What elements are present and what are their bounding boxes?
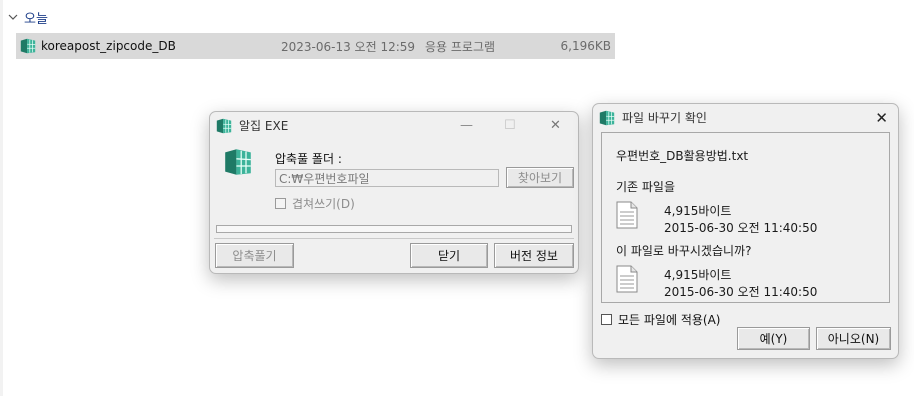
alzip-title-icon [598, 109, 616, 127]
group-label: 오늘 [24, 11, 48, 27]
overwrite-checkbox-row[interactable]: 겹쳐쓰기(D) [275, 195, 355, 212]
text-file-icon [616, 265, 638, 293]
close-button[interactable]: ✕ [550, 118, 561, 133]
alzip-title: 알집 EXE [239, 119, 289, 133]
replace-titlebar[interactable]: 파일 바꾸기 확인 [593, 104, 898, 131]
close-button[interactable]: ✕ [875, 109, 888, 127]
text-file-icon [616, 201, 638, 229]
existing-file-label: 기존 파일을 [616, 180, 676, 194]
close-dialog-button[interactable]: 닫기 [410, 243, 488, 268]
existing-file-date: 2015-06-30 오전 11:40:50 [664, 221, 818, 235]
file-type: 응용 프로그램 [425, 39, 496, 54]
alzip-divider [214, 238, 574, 239]
yes-button[interactable]: 예(Y) [737, 327, 810, 350]
extract-folder-input[interactable] [275, 169, 499, 187]
alzip-exe-window: 알집 EXE — ☐ ✕ 압축풀 폴더 : 찾아보기 겹쳐쓰기(D) 압축풀기 … [209, 111, 579, 274]
alzip-app-icon [19, 37, 37, 55]
alzip-titlebar[interactable]: 알집 EXE [210, 112, 578, 139]
chevron-down-icon[interactable] [8, 12, 18, 22]
apply-all-label: 모든 파일에 적용(A) [618, 313, 721, 327]
minimize-button[interactable]: — [460, 118, 473, 133]
browse-button[interactable]: 찾아보기 [506, 167, 574, 188]
overwrite-checkbox[interactable] [275, 198, 286, 209]
explorer-edge [0, 0, 3, 396]
apply-all-row[interactable]: 모든 파일에 적용(A) [601, 311, 720, 328]
new-file-date: 2015-06-30 오전 11:40:50 [664, 285, 818, 299]
version-info-button[interactable]: 버전 정보 [494, 243, 574, 268]
existing-file-size: 4,915바이트 [664, 204, 732, 218]
file-info-panel: 우편번호_DB활용방법.txt 기존 파일을 4,915바이트 2015-06-… [601, 132, 890, 303]
no-button[interactable]: 아니오(N) [816, 327, 891, 350]
replace-title: 파일 바꾸기 확인 [622, 111, 707, 125]
extract-folder-label: 압축풀 폴더 : [275, 152, 342, 166]
new-file-size: 4,915바이트 [664, 268, 732, 282]
new-file-meta: 4,915바이트 2015-06-30 오전 11:40:50 [664, 267, 817, 301]
target-file-name: 우편번호_DB활용방법.txt [616, 149, 749, 163]
group-header-today[interactable]: 오늘 [8, 8, 48, 27]
extract-button[interactable]: 압축풀기 [215, 243, 294, 268]
alzip-title-icon [215, 117, 233, 135]
extract-progress-bar [216, 225, 572, 233]
file-name: koreapost_zipcode_DB [41, 39, 176, 53]
desktop-root: 오늘 koreapost_zipcode_DB 2023-06-13 오전 12… [0, 0, 914, 396]
alzip-large-icon [222, 146, 254, 178]
file-row[interactable]: koreapost_zipcode_DB 2023-06-13 오전 12:59… [16, 33, 615, 59]
maximize-button[interactable]: ☐ [504, 118, 516, 133]
replace-question: 이 파일로 바꾸시겠습니까? [616, 244, 752, 258]
file-size: 6,196KB [560, 39, 611, 53]
existing-file-meta: 4,915바이트 2015-06-30 오전 11:40:50 [664, 203, 817, 237]
overwrite-label: 겹쳐쓰기(D) [292, 197, 355, 211]
file-date: 2023-06-13 오전 12:59 [281, 39, 416, 54]
apply-all-checkbox[interactable] [601, 314, 612, 325]
replace-file-dialog: 파일 바꾸기 확인 ✕ 우편번호_DB활용방법.txt 기존 파일을 4,915… [592, 103, 899, 359]
